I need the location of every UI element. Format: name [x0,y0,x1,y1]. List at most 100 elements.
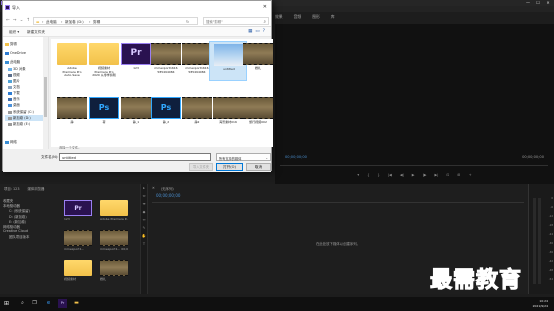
tab-effects[interactable]: 效果 [275,12,283,22]
tab-media-browser[interactable]: 媒体浏览器 [27,186,44,191]
tab-libraries[interactable]: 库 [331,12,335,22]
refresh-icon[interactable]: ↻ [186,20,189,24]
tools-panel: ▸ ⇔ ⇹ ◆ ↔ ✎ ✋ T [140,184,148,294]
breadcrumb-drive[interactable]: 新加卷 (D:) [65,20,84,25]
edge-icon[interactable]: e [44,299,53,308]
filename-label: 文件名(N): [41,155,59,159]
nav-item-drive-e[interactable]: 新加卷 (E:) [8,121,30,127]
tab-project[interactable]: 项目: 123 [4,186,19,191]
meter-label: -6 [550,206,553,209]
filetype-select[interactable]: 所有支持的媒体 ⌄ [216,153,271,161]
organize-button[interactable]: 组织 ▾ [9,30,19,35]
breadcrumb-separator: › [89,19,91,24]
preview-pane-icon[interactable]: ▭ [255,29,259,34]
track-select-tool-icon[interactable]: ⇔ [141,192,147,200]
search-icon[interactable]: ⌕ [263,19,266,25]
workspace-tabs: 效果 音频 图形 库 [275,12,346,22]
step-back-icon[interactable]: ◀| [400,171,404,180]
marker-icon[interactable]: ▾ [357,171,359,180]
search-icon[interactable]: ⌕ [18,299,27,308]
file-item[interactable]: 旅行视频002 [239,95,277,135]
view-mode-icon[interactable]: ▦ [248,29,252,34]
file-item[interactable]: 婚礼 [239,41,277,81]
go-to-in-icon[interactable]: |◀ [388,171,392,180]
nav-item-this-pc[interactable]: 此电脑 [5,59,20,65]
address-bar[interactable]: ▬ › 此电脑 › 新加卷 (D:) › 剪辑 ↻ [33,17,198,25]
type-tool-icon[interactable]: T [141,240,147,248]
photoshop-file-icon: Ps [151,97,181,119]
razor-tool-icon[interactable]: ◆ [141,208,147,216]
breadcrumb-separator: › [42,19,44,24]
file-explorer-icon[interactable]: ▬ [72,299,81,308]
scrollbar-thumb[interactable] [44,77,47,117]
extract-icon[interactable]: ⊞ [458,171,461,180]
nav-item-folder[interactable]: 剪辑 [5,41,17,47]
project-item[interactable]: 婚礼 [100,260,128,282]
tab-sequence[interactable]: (无序列) [161,186,174,191]
import-folder-button[interactable]: 导入文件夹 [189,163,213,171]
back-arrow-icon[interactable]: ← [6,18,10,23]
video-thumbnail [100,260,128,276]
chevron-down-icon[interactable]: ⌄ [20,18,24,23]
watermark: 最需教育 [429,267,523,294]
close-icon[interactable]: ✕ [263,4,267,10]
windows-start-icon[interactable]: ⊞ [4,300,11,307]
search-input[interactable] [206,19,262,24]
premiere-file-icon: Pr [64,200,92,216]
project-item[interactable]: mmexport1... 00;00 [100,230,128,252]
close-icon[interactable]: ✕ [152,186,155,191]
project-item[interactable]: 视频素材 [64,260,92,282]
monitor-controls: ▾ { } |◀ ◀| ▶ |▶ ▶| ⊡ ⊞ + [275,171,554,180]
breadcrumb-this-pc[interactable]: 此电脑 [46,20,57,25]
hand-tool-icon[interactable]: ✋ [141,232,147,240]
cancel-button[interactable]: 取消 [246,163,271,171]
play-icon[interactable]: ▶ [412,171,415,180]
tree-item[interactable]: 团队项目版本 [3,234,61,239]
filename-input[interactable]: untitled [59,153,211,161]
tab-audio[interactable]: 音频 [294,12,302,22]
search-box[interactable]: ⌕ [203,17,269,25]
folder-icon [100,200,128,216]
lift-icon[interactable]: ⊡ [447,171,450,180]
premiere-taskbar-icon[interactable]: Pr [58,299,67,308]
nav-buttons: ← → ⌄ ↑ [6,18,30,23]
mark-out-icon[interactable]: } [378,171,380,180]
nav-item-desktop[interactable]: 桌面 [8,102,20,108]
navigation-pane: 剪辑 OneDrive 此电脑 3D 对象 视频 图片 文档 下载 音乐 桌面 … [3,37,49,149]
open-button[interactable]: 打开(O) [216,163,243,171]
nav-item-onedrive[interactable]: OneDrive [5,51,26,57]
task-view-icon[interactable]: ❐ [30,299,39,308]
nav-scrollbar[interactable] [43,37,48,149]
timeline-ruler[interactable] [152,202,524,203]
dialog-titlebar[interactable]: 导入 ✕ [3,1,271,15]
forward-arrow-icon[interactable]: → [13,18,17,23]
video-thumbnail [64,230,92,246]
taskbar-clock[interactable]: 10:24 2021/9/24 [533,299,548,308]
mark-in-icon[interactable]: { [367,171,369,180]
breadcrumb-folder[interactable]: 剪辑 [93,20,100,25]
help-icon[interactable]: ? [263,29,265,34]
meter-left [533,198,536,284]
step-forward-icon[interactable]: |▶ [423,171,427,180]
slip-tool-icon[interactable]: ↔ [141,216,147,224]
tab-graphics[interactable]: 图形 [312,12,320,22]
pen-tool-icon[interactable]: ✎ [141,224,147,232]
selection-tool-icon[interactable]: ▸ [141,184,147,192]
ripple-edit-tool-icon[interactable]: ⇹ [141,200,147,208]
project-item[interactable]: Adobe Premiere P... [100,200,128,222]
nav-item-network[interactable]: 网络 [5,139,17,145]
add-button-icon[interactable]: + [469,171,472,180]
project-item[interactable]: Pr 123 [64,200,92,222]
download-icon [8,91,12,95]
meter-label: 0 [551,197,553,200]
monitor-timecode[interactable]: 00;00;00;00 [285,155,307,159]
monitor-scrubber[interactable] [280,165,548,166]
timeline-timecode[interactable]: 00;00;00;00 [156,193,180,198]
up-arrow-icon[interactable]: ↑ [26,18,30,23]
premiere-logo-icon [5,5,10,10]
folder-icon [89,43,119,65]
drive-icon [8,116,12,120]
go-to-out-icon[interactable]: ▶| [435,171,439,180]
project-item[interactable]: mmexport1... [64,230,92,252]
new-folder-button[interactable]: 新建文件夹 [27,30,45,35]
